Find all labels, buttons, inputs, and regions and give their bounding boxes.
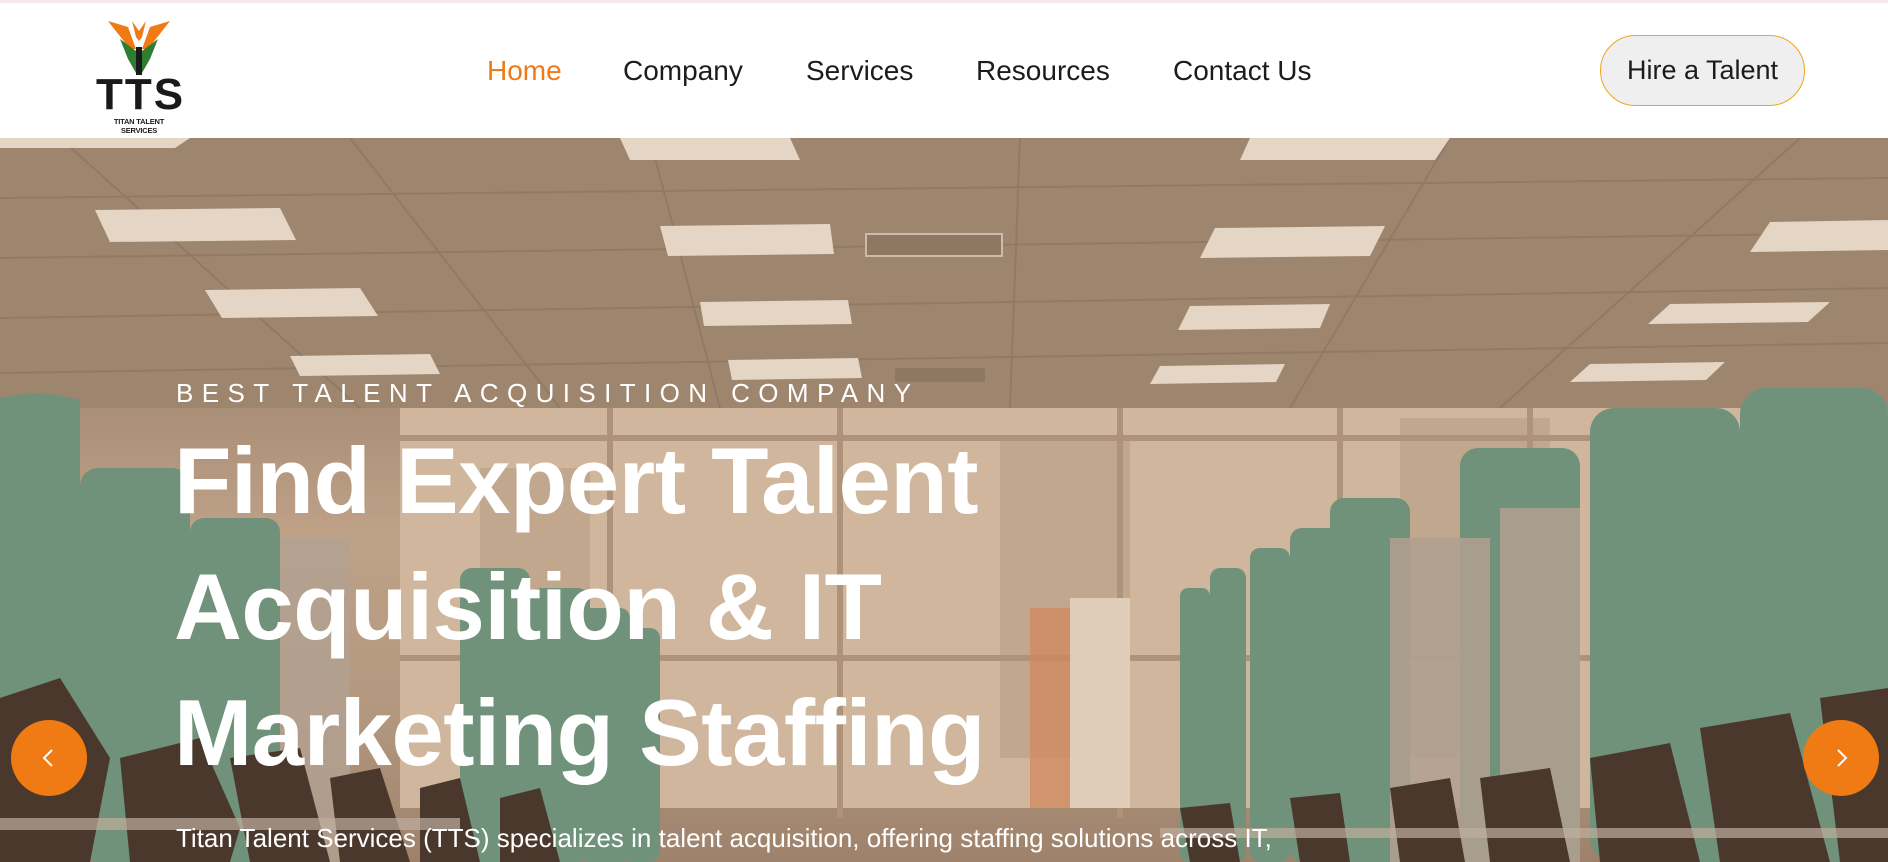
hero-headline: Find Expert Talent Acquisition & IT Mark… (174, 418, 1134, 796)
chevron-right-icon (1837, 749, 1848, 767)
nav-item-resources[interactable]: Resources (976, 55, 1110, 87)
nav-item-services[interactable]: Services (806, 55, 913, 87)
carousel-next-button[interactable] (1803, 720, 1879, 796)
hero-slider: BEST TALENT ACQUISITION COMPANY Find Exp… (0, 138, 1888, 862)
tts-logo[interactable]: TTS TITAN TALENT SERVICES (96, 17, 186, 135)
nav-item-home[interactable]: Home (487, 55, 562, 87)
nav-item-company[interactable]: Company (623, 55, 743, 87)
site-header: TTS TITAN TALENT SERVICES Home Company S… (0, 3, 1888, 138)
hero-headline-line: Find Expert Talent (174, 428, 979, 533)
hero-headline-line: Marketing Staffing (174, 680, 985, 785)
hero-eyebrow: BEST TALENT ACQUISITION COMPANY (176, 378, 920, 408)
hero-description: Titan Talent Services (TTS) specializes … (176, 823, 1272, 853)
hero-headline-line: Acquisition & IT (174, 554, 882, 659)
nav-item-contact-us[interactable]: Contact Us (1173, 55, 1312, 87)
logo-mark-icon (108, 21, 170, 75)
hire-a-talent-button[interactable]: Hire a Talent (1600, 35, 1805, 106)
logo-text: TTS (96, 70, 186, 119)
logo-subtext: TITAN TALENT SERVICES (113, 117, 165, 135)
carousel-prev-button[interactable] (11, 720, 87, 796)
chevron-left-icon (42, 749, 53, 767)
